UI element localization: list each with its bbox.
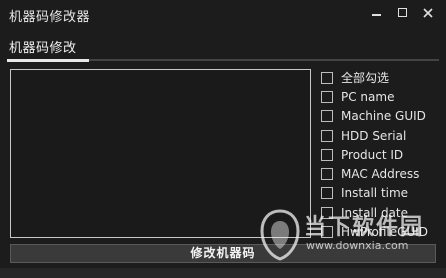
option-pc-name[interactable]: PC name <box>321 87 441 106</box>
maximize-button[interactable] <box>391 3 413 21</box>
checkbox-hdd-serial[interactable] <box>321 129 333 142</box>
window-title: 机器码修改器 <box>9 10 91 25</box>
option-label: Machine GUID <box>341 109 426 124</box>
option-product-id[interactable]: Product ID <box>321 145 441 164</box>
checkbox-install-time[interactable] <box>321 187 333 200</box>
status-strip <box>0 268 446 278</box>
tab-active-indicator <box>7 59 89 62</box>
option-hdd-serial[interactable]: HDD Serial <box>321 126 441 145</box>
tab-machine-code-modify[interactable]: 机器码修改 <box>9 37 77 56</box>
checkbox-select-all[interactable] <box>321 71 333 84</box>
option-label: HwProfileGUID <box>341 225 429 240</box>
checkbox-machine-guid[interactable] <box>321 110 333 123</box>
option-label: PC name <box>341 89 395 104</box>
option-label: Install time <box>341 186 409 201</box>
option-install-time[interactable]: Install time <box>321 184 441 203</box>
option-label: Product ID <box>341 147 404 162</box>
minimize-button[interactable] <box>365 3 387 21</box>
option-label: HDD Serial <box>341 128 407 143</box>
checkbox-install-date[interactable] <box>321 206 333 219</box>
close-icon <box>423 7 433 18</box>
maximize-icon <box>397 8 407 17</box>
modify-machine-code-button[interactable]: 修改机器码 <box>10 244 436 263</box>
option-install-date[interactable]: Install date <box>321 203 441 222</box>
option-list: 全部勾选 PC name Machine GUID HDD Serial Pro… <box>321 68 441 242</box>
checkbox-mac-address[interactable] <box>321 168 333 181</box>
option-machine-guid[interactable]: Machine GUID <box>321 107 441 126</box>
option-label: 全部勾选 <box>341 71 390 86</box>
checkbox-product-id[interactable] <box>321 148 333 161</box>
app-window: 机器码修改器 机器码修改 全部勾选 PC name Machine GUID H… <box>0 0 446 278</box>
option-hwprofileguid[interactable]: HwProfileGUID <box>321 222 441 241</box>
checkbox-hwprofileguid[interactable] <box>321 226 333 239</box>
option-label: MAC Address <box>341 167 420 182</box>
option-label: Install date <box>341 205 408 220</box>
option-select-all[interactable]: 全部勾选 <box>321 68 441 87</box>
checkbox-pc-name[interactable] <box>321 90 333 103</box>
output-textarea[interactable] <box>10 69 311 238</box>
option-mac-address[interactable]: MAC Address <box>321 164 441 183</box>
close-button[interactable] <box>417 3 439 21</box>
minimize-icon <box>371 13 381 16</box>
